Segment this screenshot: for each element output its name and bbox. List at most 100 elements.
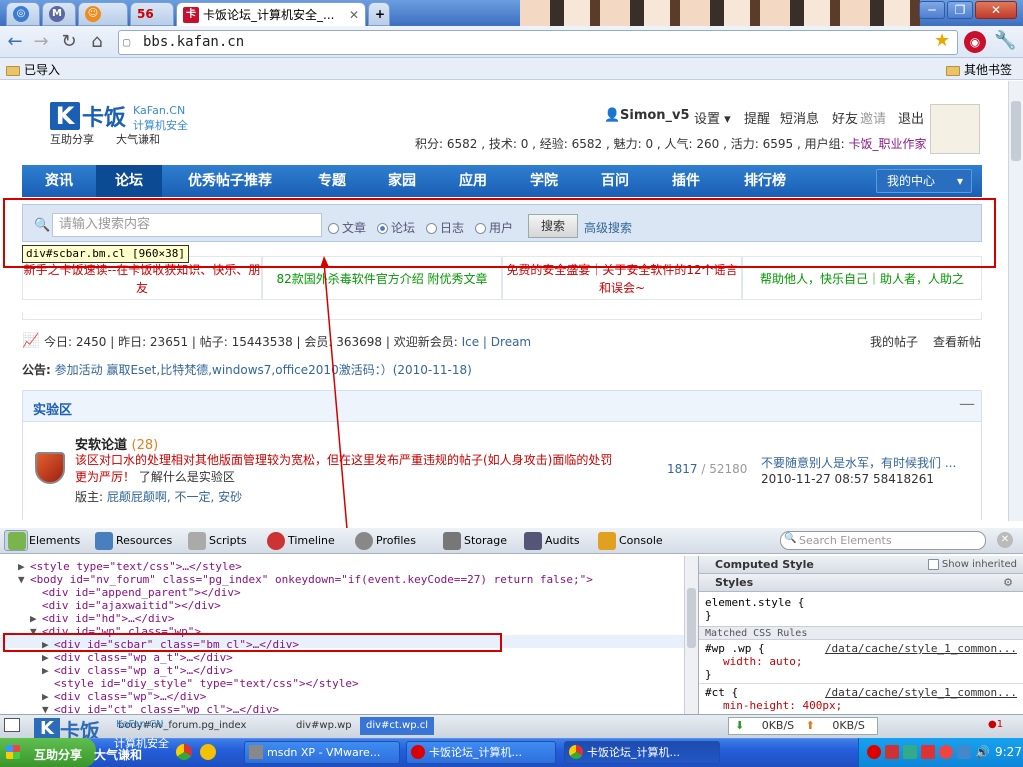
dom-line[interactable]: <div id="append_parent"></div>: [30, 586, 241, 599]
scroll-thumb[interactable]: [687, 588, 696, 648]
tab-console[interactable]: Console: [598, 531, 663, 551]
checkbox-icon[interactable]: [927, 558, 939, 570]
breadcrumb-ct[interactable]: div#ct.wp.cl: [360, 717, 435, 735]
tab-elements[interactable]: Elements: [8, 531, 80, 551]
clock[interactable]: 9:27: [995, 745, 1022, 759]
tab-scripts[interactable]: Scripts: [188, 531, 247, 551]
dom-line[interactable]: ▶ <style type="text/css">…</style>: [18, 560, 242, 573]
friends-link[interactable]: 好友: [832, 108, 858, 127]
new-member-link[interactable]: Ice | Dream: [462, 335, 532, 349]
expand-right-icon[interactable]: ▶: [42, 664, 54, 677]
dom-line[interactable]: ▶ <div id="hd">…</div>: [30, 612, 174, 625]
quicklaunch-icon[interactable]: [200, 744, 216, 760]
tab-resources[interactable]: Resources: [95, 531, 172, 551]
bookmark-star-icon[interactable]: ★: [934, 30, 950, 51]
my-center-dropdown[interactable]: 我的中心 ▾: [876, 169, 972, 193]
expand-right-icon[interactable]: ▶: [18, 560, 30, 573]
new-posts-link[interactable]: 查看新帖: [933, 333, 981, 350]
nav-item-qa[interactable]: 百问: [580, 165, 650, 197]
minimize-button[interactable]: ─: [919, 1, 945, 19]
user-group-link[interactable]: 卡饭_职业作家: [848, 137, 926, 151]
elements-search-input[interactable]: Search Elements: [780, 531, 986, 550]
close-window-button[interactable]: ✕: [975, 1, 1017, 19]
nav-item-forum[interactable]: 论坛: [96, 165, 162, 197]
logout-link[interactable]: 退出: [898, 108, 924, 127]
dom-line[interactable]: ▶ <div class="wp">…</div>: [42, 690, 206, 703]
expand-down-icon[interactable]: ▼: [18, 573, 30, 586]
pinned-tab-1[interactable]: ◎: [6, 2, 40, 26]
dom-line[interactable]: ▶ <div class="wp a_t">…</div>: [42, 664, 233, 677]
dom-line[interactable]: <div id="ajaxwaitid"></div>: [30, 599, 221, 612]
nav-item-plugins[interactable]: 插件: [650, 165, 722, 197]
task-opera[interactable]: 卡饭论坛_计算机...: [406, 741, 556, 764]
tray-volume-icon[interactable]: 🔊: [975, 745, 990, 759]
bookmark-other[interactable]: 其他书签: [946, 61, 1012, 78]
announcement-link[interactable]: 参加活动 赢取Eset,比特梵德,windows7,office2010激活码：…: [55, 363, 472, 377]
expand-right-icon[interactable]: ▶: [42, 690, 54, 703]
logo-cn[interactable]: 卡饭: [82, 100, 126, 132]
nav-item-ranking[interactable]: 排行榜: [722, 165, 808, 197]
section-title[interactable]: 实验区: [33, 399, 72, 418]
forum-name-link[interactable]: 安软论道 (28): [75, 434, 158, 453]
styles-header[interactable]: Styles ⚙: [699, 574, 1023, 592]
pinned-tab-3[interactable]: ☺: [78, 2, 128, 26]
tab-storage[interactable]: Storage: [443, 531, 507, 551]
nav-item-topics[interactable]: 专题: [298, 165, 366, 197]
collapse-icon[interactable]: —: [959, 394, 975, 413]
pm-link[interactable]: 短消息: [780, 108, 819, 127]
nav-item-apps[interactable]: 应用: [438, 165, 508, 197]
reload-button[interactable]: ↻: [58, 30, 80, 54]
breadcrumb-wp[interactable]: div#wp.wp: [290, 717, 358, 735]
active-tab[interactable]: 卡 卡饭论坛_计算机安全_... ✕: [176, 2, 366, 26]
rule-source-link[interactable]: /data/cache/style_1_common...: [825, 686, 1017, 699]
nav-item-news[interactable]: 资讯: [22, 165, 96, 197]
error-count[interactable]: ●1: [988, 719, 1003, 730]
new-tab-button[interactable]: +: [368, 2, 390, 26]
expand-right-icon[interactable]: ▶: [42, 651, 54, 664]
invite-link[interactable]: 邀请: [860, 108, 886, 127]
last-post-link[interactable]: 不要随意别人是水军，有时候我们 ...: [761, 454, 956, 471]
my-posts-link[interactable]: 我的帖子: [870, 333, 918, 350]
tray-opera-icon[interactable]: [867, 745, 881, 759]
rule-source-link[interactable]: /data/cache/style_1_common...: [825, 642, 1017, 655]
maximize-button[interactable]: ❐: [947, 1, 973, 19]
task-vmware[interactable]: msdn XP - VMware...: [244, 741, 400, 764]
tray-app-icon[interactable]: [885, 745, 899, 759]
dock-icon[interactable]: [4, 718, 20, 732]
dom-scrollbar[interactable]: [684, 556, 698, 714]
forward-button[interactable]: →: [30, 30, 52, 54]
moderators-link[interactable]: 屁颠屁颠啊, 不一定, 安砂: [107, 490, 242, 504]
back-button[interactable]: ←: [4, 30, 26, 54]
task-chrome[interactable]: 卡饭论坛_计算机...: [564, 741, 720, 764]
nav-item-academy[interactable]: 学院: [508, 165, 580, 197]
dom-line[interactable]: <style id="diy_style" type="text/css"></…: [42, 677, 359, 690]
dom-line[interactable]: ▶ <div class="wp a_t">…</div>: [42, 651, 233, 664]
tab-profiles[interactable]: Profiles: [355, 531, 416, 551]
bookmark-imported[interactable]: 已导入: [6, 61, 60, 78]
tray-shield-icon[interactable]: [957, 745, 971, 759]
tray-network-icon[interactable]: [903, 745, 917, 759]
avatar[interactable]: [930, 104, 980, 154]
home-button[interactable]: ⌂: [86, 30, 108, 54]
address-bar[interactable]: ▢ bbs.kafan.cn: [118, 30, 958, 55]
settings-link[interactable]: 设置 ▾: [694, 108, 731, 127]
close-icon[interactable]: ✕: [997, 532, 1013, 548]
tab-timeline[interactable]: Timeline: [267, 531, 335, 551]
pinned-tab-2[interactable]: M: [42, 2, 76, 26]
tray-block-icon[interactable]: [939, 745, 953, 759]
gear-icon[interactable]: ⚙: [1003, 574, 1013, 592]
chrome-icon[interactable]: [176, 744, 192, 760]
computed-style-header[interactable]: Computed Style Show inherited: [699, 556, 1023, 574]
username-link[interactable]: Simon_v5: [620, 108, 690, 123]
tab-audits[interactable]: Audits: [524, 531, 580, 551]
tab-close-icon[interactable]: ✕: [349, 8, 359, 22]
nav-item-home[interactable]: 家园: [366, 165, 438, 197]
remind-link[interactable]: 提醒: [744, 108, 770, 127]
tray-security-icon[interactable]: [921, 745, 935, 759]
page-scrollbar[interactable]: [1008, 81, 1023, 521]
lab-info-link[interactable]: 了解什么是实验区: [139, 470, 235, 484]
dom-line[interactable]: ▼ <body id="nv_forum" class="pg_index" on…: [18, 573, 593, 586]
nav-item-recommend[interactable]: 优秀帖子推荐: [162, 165, 298, 197]
pinned-tab-56[interactable]: 56: [130, 2, 174, 26]
scroll-thumb[interactable]: [1011, 101, 1021, 161]
